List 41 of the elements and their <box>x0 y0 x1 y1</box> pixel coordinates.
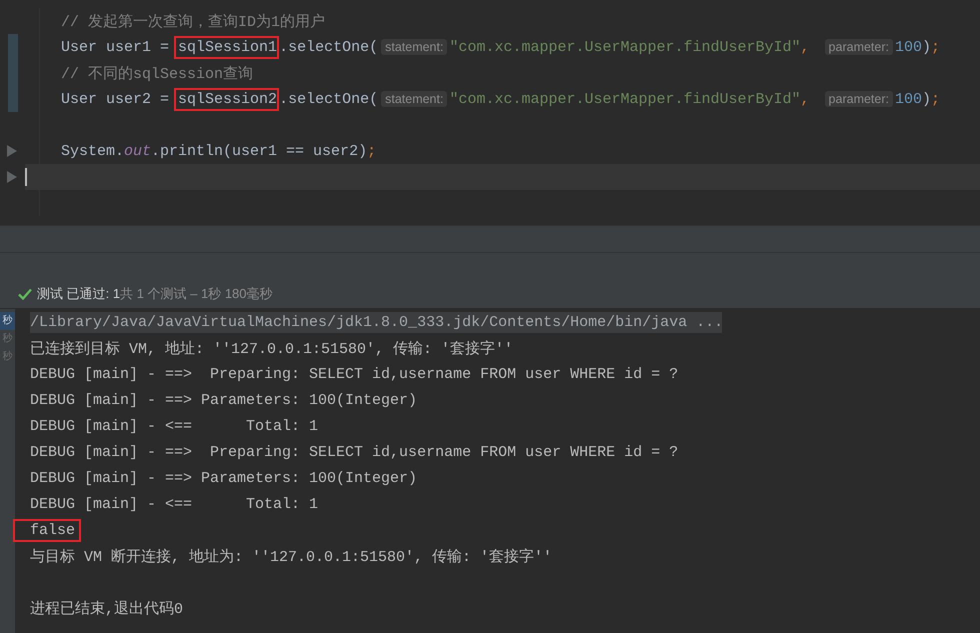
code-text: .println(user1 == user2) <box>151 142 368 160</box>
number-literal: 100 <box>895 90 922 108</box>
text-cursor <box>25 168 27 186</box>
code-punctuation: ; <box>931 90 940 108</box>
test-status-detail: 共 1 个测试 – 1秒 180毫秒 <box>120 285 273 303</box>
string-literal: "com.xc.mapper.UserMapper.findUserById" <box>449 38 801 56</box>
code-punctuation: ; <box>367 142 376 160</box>
code-text: User user2 = <box>61 90 170 108</box>
code-text: .selectOne( <box>279 90 378 108</box>
code-punctuation: , <box>800 38 810 56</box>
highlighted-code: sqlSession1 <box>174 36 280 58</box>
code-text: System. <box>61 142 124 160</box>
console-line: 与目标 VM 断开连接, 地址为: ''127.0.0.1:51580', 传输: '套接字'' <box>30 547 552 566</box>
code-punctuation: , <box>800 90 810 108</box>
test-status-label: 测试 已通过: 1 <box>37 285 120 303</box>
code-text: ) <box>922 90 932 108</box>
console-line: DEBUG [main] - <== Total: 1 <box>30 418 318 434</box>
console-line: DEBUG [main] - ==> Parameters: 100(Integer) <box>30 392 418 408</box>
code-text: User user1 = <box>61 38 170 56</box>
console-line: 进程已结束,退出代码0 <box>30 600 184 618</box>
code-text: .selectOne( <box>279 38 378 56</box>
code-text: ) <box>922 38 932 56</box>
number-literal: 100 <box>895 38 922 56</box>
timing-label[interactable]: 秒 <box>0 312 15 330</box>
run-arrow-icon[interactable] <box>7 171 17 183</box>
parameter-hint: parameter: <box>824 91 893 107</box>
console-line: DEBUG [main] - ==> Preparing: SELECT id,username FROM user WHERE id = ? <box>30 444 678 460</box>
code-comment: // 不同的sqlSession查询 <box>61 64 254 82</box>
console-line: DEBUG [main] - ==> Parameters: 100(Integer) <box>30 470 418 486</box>
parameter-hint: parameter: <box>824 39 893 55</box>
console-line: DEBUG [main] - ==> Preparing: SELECT id,username FROM user WHERE id = ? <box>30 366 678 382</box>
string-literal: "com.xc.mapper.UserMapper.findUserById" <box>449 90 801 108</box>
console-line: 已连接到目标 VM, 地址: ''127.0.0.1:51580', 传输: '套接字'' <box>30 339 514 358</box>
console-line: DEBUG [main] - <== Total: 1 <box>30 496 318 512</box>
highlighted-code: sqlSession2 <box>174 88 280 110</box>
code-punctuation: ; <box>931 38 940 56</box>
field-name: out <box>124 142 152 160</box>
run-arrow-icon[interactable] <box>7 145 17 157</box>
parameter-hint: statement: <box>381 91 448 107</box>
parameter-hint: statement: <box>381 39 448 55</box>
code-comment: // 发起第一次查询，查询ID为1的用户 <box>61 12 326 30</box>
